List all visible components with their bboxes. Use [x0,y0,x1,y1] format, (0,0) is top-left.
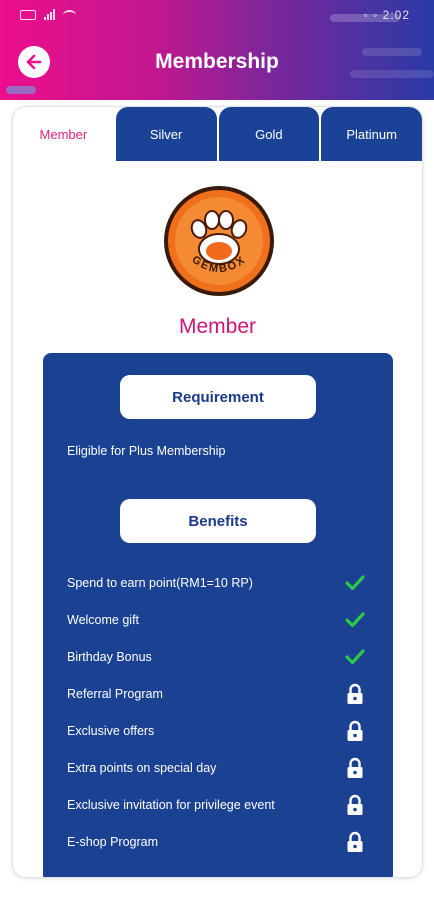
benefit-label: Spend to earn point(RM1=10 RP) [67,576,253,590]
header-decoration [330,14,400,22]
benefits-heading: Benefits [120,499,316,543]
benefit-label: Referral Program [67,687,163,701]
benefit-row: Extra points on special day [67,756,367,780]
tab-gold[interactable]: Gold [218,107,320,161]
lock-icon [343,719,367,743]
requirement-text: Eligible for Plus Membership [67,444,226,458]
check-icon [343,608,367,632]
benefit-label: Birthday Bonus [67,650,152,664]
lock-icon [343,830,367,854]
page-title: Membership [155,50,279,73]
benefit-row: Birthday Bonus [67,645,367,669]
benefit-row: Exclusive offers [67,719,367,743]
membership-card: Member Silver Gold Platinum GEMBOX Membe… [12,106,423,878]
benefit-row: Spend to earn point(RM1=10 RP) [67,571,367,595]
requirement-heading: Requirement [120,375,316,419]
status-icons-left [20,9,76,20]
benefit-label: Extra points on special day [67,761,217,775]
gembox-logo: GEMBOX [164,186,274,296]
tab-silver[interactable]: Silver [115,107,217,161]
check-icon [343,645,367,669]
lock-icon [343,682,367,706]
benefit-row: E-shop Program [67,830,367,854]
tab-member[interactable]: Member [13,107,114,161]
tier-details-panel: Requirement Eligible for Plus Membership… [43,353,393,877]
benefit-label: Welcome gift [67,613,140,627]
benefit-label: Exclusive offers [67,724,155,738]
check-icon [343,571,367,595]
benefit-row: Welcome gift [67,608,367,632]
benefit-row: Referral Program [67,682,367,706]
signal-icon [44,9,55,20]
lock-icon [343,756,367,780]
app-header: ◦ ◦ 2:02 Membership [0,0,434,100]
wifi-icon [63,9,76,20]
tier-tabs: Member Silver Gold Platinum [13,107,422,161]
benefit-row: Exclusive invitation for privilege event [67,793,367,817]
tab-platinum[interactable]: Platinum [321,107,422,161]
tier-name: Member [178,315,257,338]
header-decoration [6,86,36,94]
sim-icon [20,9,36,20]
benefit-label: E-shop Program [67,835,159,849]
lock-icon [343,793,367,817]
benefit-label: Exclusive invitation for privilege event [67,798,275,812]
